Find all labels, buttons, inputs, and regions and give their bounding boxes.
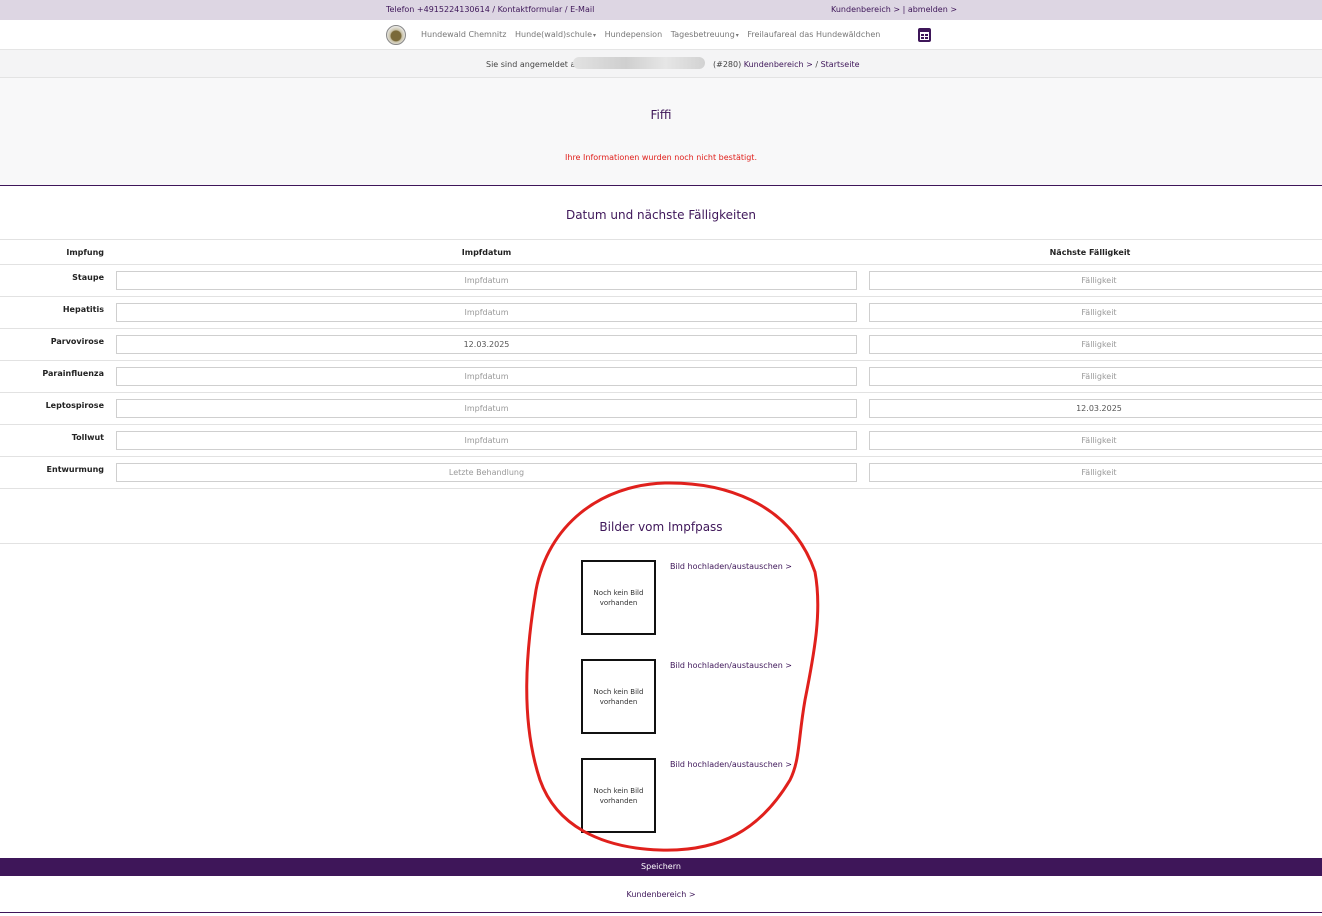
redacted-username	[573, 57, 705, 69]
login-prefix: Sie sind angemeldet als	[486, 60, 582, 69]
breadcrumb: (#280) Kundenbereich > / Startseite	[713, 60, 860, 69]
customer-number: (#280)	[713, 60, 742, 69]
vaccination-label: Tollwut	[71, 433, 104, 442]
upload-image-link-2[interactable]: Bild hochladen/austauschen >	[670, 661, 792, 670]
next-due-input[interactable]	[869, 303, 1322, 322]
unconfirmed-warning: Ihre Informationen wurden noch nicht bes…	[565, 153, 757, 162]
nav-item-freilaufareal[interactable]: Freilaufareal das Hundewäldchen	[747, 30, 880, 39]
vaccination-date-input[interactable]	[116, 335, 857, 354]
vaccination-row: Tollwut	[0, 425, 1322, 457]
vaccination-date-input[interactable]	[116, 399, 857, 418]
next-due-input[interactable]	[869, 271, 1322, 290]
vaccination-label: Leptospirose	[45, 401, 104, 410]
vaccination-date-input[interactable]	[116, 463, 857, 482]
header-impfung: Impfung	[66, 248, 104, 257]
next-due-input[interactable]	[869, 367, 1322, 386]
vaccination-row: Hepatitis	[0, 297, 1322, 329]
vaccination-label: Parvovirose	[50, 337, 104, 346]
next-due-input[interactable]	[869, 431, 1322, 450]
breadcrumb-kundenbereich[interactable]: Kundenbereich >	[744, 60, 813, 69]
image-placeholder-2: Noch kein Bild vorhanden	[581, 659, 656, 734]
site-logo[interactable]	[386, 25, 406, 45]
login-status-bar: Sie sind angemeldet als (#280) Kundenber…	[0, 50, 1322, 78]
header-impfdatum: Impfdatum	[461, 248, 512, 257]
vaccination-row: Parainfluenza	[0, 361, 1322, 393]
footer-divider	[0, 912, 1322, 913]
dog-header: Fiffi Ihre Informationen wurden noch nic…	[0, 78, 1322, 186]
vaccination-date-input[interactable]	[116, 431, 857, 450]
contact-links[interactable]: Telefon +4915224130614 / Kontaktformular…	[386, 5, 594, 14]
vaccination-row: Staupe	[0, 265, 1322, 297]
dog-name: Fiffi	[650, 108, 672, 122]
nav-item-hundewald-chemnitz[interactable]: Hundewald Chemnitz	[421, 30, 506, 39]
nav-item-hundepension[interactable]: Hundepension	[605, 30, 663, 39]
next-due-input[interactable]	[869, 399, 1322, 418]
vaccination-label: Staupe	[72, 273, 104, 282]
nav-item-tagesbetreuung[interactable]: Tagesbetreuung	[671, 30, 739, 39]
nav-item-hundeschule[interactable]: Hunde(wald)schule	[515, 30, 596, 39]
upload-image-link-3[interactable]: Bild hochladen/austauschen >	[670, 760, 792, 769]
vaccination-row: Leptospirose	[0, 393, 1322, 425]
next-due-input[interactable]	[869, 335, 1322, 354]
header-faelligkeit: Nächste Fälligkeit	[1049, 248, 1131, 257]
nav-menu: Hundewald Chemnitz Hunde(wald)schule Hun…	[421, 30, 886, 39]
main-navbar: Hundewald Chemnitz Hunde(wald)schule Hun…	[0, 20, 1322, 50]
breadcrumb-startseite[interactable]: Startseite	[821, 60, 860, 69]
image-placeholder-3: Noch kein Bild vorhanden	[581, 758, 656, 833]
vaccination-date-input[interactable]	[116, 367, 857, 386]
breadcrumb-separator: /	[815, 60, 819, 69]
vaccination-row: Parvovirose	[0, 329, 1322, 361]
vaccination-table-header: Impfung Impfdatum Nächste Fälligkeit	[0, 239, 1322, 265]
top-contact-bar: Telefon +4915224130614 / Kontaktformular…	[0, 0, 1322, 20]
vaccination-date-input[interactable]	[116, 303, 857, 322]
vaccination-date-input[interactable]	[116, 271, 857, 290]
section-divider	[0, 543, 1322, 544]
save-button[interactable]: Speichern	[0, 858, 1322, 876]
customer-area-link[interactable]: Kundenbereich >	[0, 890, 1322, 899]
image-placeholder-1: Noch kein Bild vorhanden	[581, 560, 656, 635]
account-links[interactable]: Kundenbereich > | abmelden >	[831, 5, 957, 14]
upload-image-link-1[interactable]: Bild hochladen/austauschen >	[670, 562, 792, 571]
images-title: Bilder vom Impfpass	[599, 520, 723, 534]
next-due-input[interactable]	[869, 463, 1322, 482]
vaccination-row: Entwurmung	[0, 457, 1322, 489]
vaccination-label: Parainfluenza	[42, 369, 104, 378]
calendar-icon[interactable]	[918, 28, 931, 42]
vaccinations-title: Datum und nächste Fälligkeiten	[565, 208, 757, 222]
vaccination-label: Entwurmung	[46, 465, 104, 474]
vaccination-label: Hepatitis	[62, 305, 104, 314]
